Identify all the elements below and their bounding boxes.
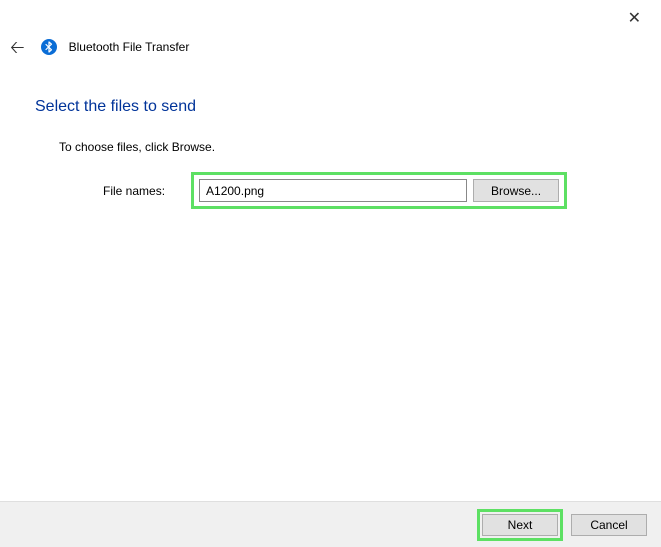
next-button[interactable]: Next <box>482 514 558 536</box>
file-names-input[interactable] <box>199 179 467 202</box>
wizard-content: Select the files to send To choose files… <box>0 56 661 209</box>
wizard-footer: Next Cancel <box>0 501 661 547</box>
file-names-label: File names: <box>103 184 165 198</box>
close-icon[interactable]: ✕ <box>620 4 649 32</box>
cancel-button[interactable]: Cancel <box>571 514 647 536</box>
file-selection-row: File names: Browse... <box>103 172 661 209</box>
wizard-header: 🡠 Bluetooth File Transfer <box>0 0 661 56</box>
browse-button[interactable]: Browse... <box>473 179 559 202</box>
file-input-highlight: Browse... <box>191 172 567 209</box>
back-arrow-icon[interactable]: 🡠 <box>6 38 29 56</box>
window-title: Bluetooth File Transfer <box>69 40 190 54</box>
next-button-highlight: Next <box>477 509 563 541</box>
bluetooth-icon <box>41 39 57 55</box>
instruction-text: To choose files, click Browse. <box>59 140 661 154</box>
page-heading: Select the files to send <box>35 98 661 116</box>
